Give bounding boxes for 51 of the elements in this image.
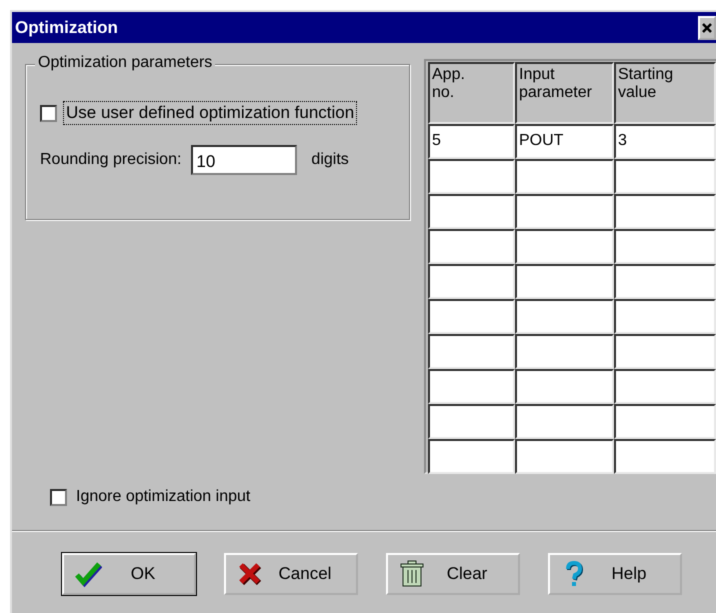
check-icon	[74, 560, 102, 588]
window-title: Optimization	[14, 18, 118, 38]
table-cell[interactable]	[515, 404, 614, 439]
table-cell[interactable]	[428, 264, 515, 299]
column-header: App. no.	[428, 62, 515, 124]
unit-label: digits	[311, 151, 349, 169]
table-cell[interactable]	[428, 194, 515, 229]
table-cell[interactable]	[428, 404, 515, 439]
table-cell[interactable]	[428, 439, 515, 474]
table-cell[interactable]	[614, 229, 716, 264]
table-cell[interactable]	[515, 369, 614, 404]
table-cell[interactable]	[614, 404, 716, 439]
field-label: Rounding precision:	[40, 151, 182, 169]
group-title: Optimization parameters	[35, 54, 216, 72]
dialog-button[interactable]: OK	[62, 553, 196, 595]
table-cell[interactable]	[515, 264, 614, 299]
table-cell[interactable]	[614, 194, 716, 229]
cross-icon	[236, 560, 264, 588]
dialog-button[interactable]: Help	[548, 553, 682, 595]
checkbox-label[interactable]: Ignore optimization input	[73, 486, 254, 508]
dialog-button[interactable]: Clear	[386, 553, 520, 595]
table-cell[interactable]	[614, 369, 716, 404]
table-cell[interactable]	[428, 334, 515, 369]
table-cell[interactable]	[515, 194, 614, 229]
column-header: Starting value	[614, 62, 716, 124]
table-cell[interactable]	[428, 229, 515, 264]
table-cell[interactable]	[428, 299, 515, 334]
table-cell[interactable]: POUT	[515, 124, 614, 159]
table-cell[interactable]	[614, 264, 716, 299]
table-cell[interactable]: 5	[428, 124, 515, 159]
dialog-button[interactable]: Cancel	[224, 553, 358, 595]
table-cell[interactable]	[515, 159, 614, 194]
table-cell[interactable]	[515, 229, 614, 264]
table-cell[interactable]	[515, 334, 614, 369]
checkbox-label[interactable]: Use user defined optimization function	[63, 101, 358, 125]
table-cell[interactable]	[515, 439, 614, 474]
checkbox[interactable]	[50, 488, 67, 506]
input-field[interactable]: 10	[191, 145, 298, 175]
trash-can-icon	[398, 560, 426, 588]
column-header: Input parameter	[515, 62, 614, 124]
table-cell[interactable]	[428, 159, 515, 194]
table-cell[interactable]	[614, 439, 716, 474]
close-button[interactable]	[698, 16, 716, 40]
close-icon	[701, 22, 713, 34]
checkbox[interactable]	[40, 104, 57, 122]
table-cell[interactable]	[428, 369, 515, 404]
table-cell[interactable]	[515, 299, 614, 334]
table-cell[interactable]	[614, 299, 716, 334]
table-cell[interactable]	[614, 334, 716, 369]
table-cell[interactable]: 3	[614, 124, 716, 159]
table-cell[interactable]	[614, 159, 716, 194]
